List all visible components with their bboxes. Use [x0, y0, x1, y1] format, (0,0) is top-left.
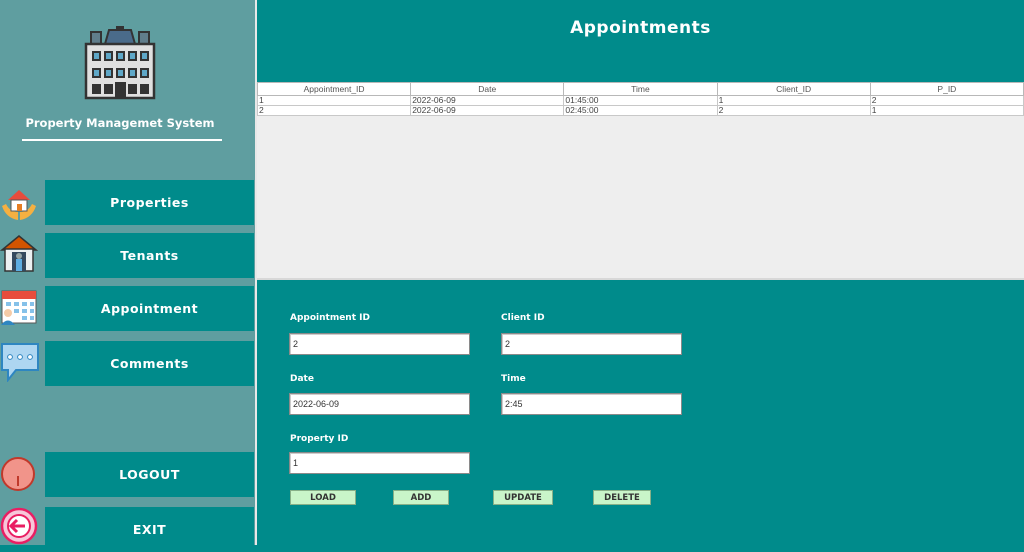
client-id-label: Client ID: [501, 313, 545, 323]
nav-comments-button[interactable]: Comments: [45, 341, 254, 386]
page-title: Appointments: [570, 18, 711, 38]
calendar-person-icon: [1, 290, 37, 325]
time-label: Time: [501, 374, 526, 384]
appointments-table-area[interactable]: Appointment_ID Date Time Client_ID P_ID …: [256, 82, 1024, 280]
nav-tenants-button[interactable]: Tenants: [45, 233, 254, 278]
main-panel: Appointments Appointment_ID Date Time Cl…: [256, 0, 1024, 545]
client-id-field[interactable]: 2: [501, 333, 682, 355]
column-header[interactable]: Client_ID: [716, 82, 871, 96]
add-button[interactable]: ADD: [393, 490, 449, 505]
house-person-icon: [0, 235, 38, 272]
hands-house-icon: [2, 190, 36, 220]
appointments-table[interactable]: Appointment_ID Date Time Client_ID P_ID …: [256, 82, 1024, 116]
title-underline: [22, 139, 222, 141]
table-cell[interactable]: 2022-06-09: [410, 105, 565, 116]
sidebar: Property Managemet System Properties Ten…: [0, 0, 255, 552]
property-id-field[interactable]: 1: [289, 452, 470, 474]
table-cell[interactable]: 2: [716, 105, 871, 116]
column-header[interactable]: Time: [563, 82, 718, 96]
date-field[interactable]: 2022-06-09: [289, 393, 470, 415]
load-button[interactable]: LOAD: [290, 490, 356, 505]
nav-properties-button[interactable]: Properties: [45, 180, 254, 225]
column-header[interactable]: P_ID: [869, 82, 1024, 96]
table-row[interactable]: 1 2022-06-09 01:45:00 1 2: [256, 95, 1024, 106]
appointment-id-field[interactable]: 2: [289, 333, 470, 355]
table-cell[interactable]: 02:45:00: [563, 105, 718, 116]
nav-appointment-button[interactable]: Appointment: [45, 286, 254, 331]
update-button[interactable]: UPDATE: [493, 490, 553, 505]
delete-button[interactable]: DELETE: [593, 490, 651, 505]
building-logo-icon: [84, 26, 156, 100]
table-cell[interactable]: 1: [256, 95, 412, 106]
table-cell[interactable]: 01:45:00: [563, 95, 718, 106]
appointment-id-label: Appointment ID: [290, 313, 370, 323]
column-header[interactable]: Appointment_ID: [256, 82, 412, 96]
column-header[interactable]: Date: [410, 82, 565, 96]
logout-power-icon[interactable]: [0, 456, 36, 492]
time-field[interactable]: 2:45: [501, 393, 682, 415]
table-header-row: Appointment_ID Date Time Client_ID P_ID: [256, 82, 1024, 96]
table-row[interactable]: 2 2022-06-09 02:45:00 2 1: [256, 105, 1024, 116]
exit-button[interactable]: EXIT: [45, 507, 254, 552]
table-cell[interactable]: 2: [869, 95, 1024, 106]
app-title: Property Managemet System: [25, 116, 215, 130]
chat-bubble-icon: [1, 343, 39, 382]
date-label: Date: [290, 374, 314, 384]
table-cell[interactable]: 2022-06-09: [410, 95, 565, 106]
logout-button[interactable]: LOGOUT: [45, 452, 254, 497]
table-cell[interactable]: 2: [256, 105, 412, 116]
table-cell[interactable]: 1: [869, 105, 1024, 116]
property-id-label: Property ID: [290, 434, 349, 444]
exit-arrow-icon[interactable]: [0, 507, 38, 545]
table-cell[interactable]: 1: [716, 95, 871, 106]
